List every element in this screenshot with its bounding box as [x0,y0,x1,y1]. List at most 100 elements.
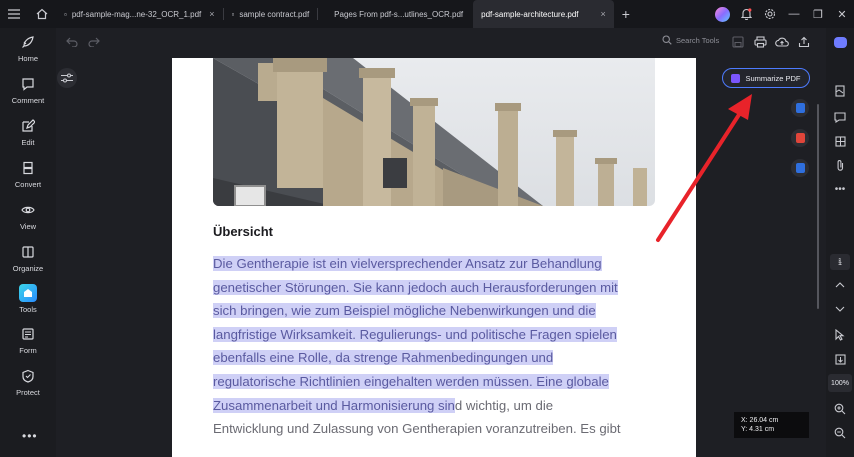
zoom-level[interactable]: 100% [828,374,852,392]
paragraph-line: regulatorische Richtlinien eingehalten w… [213,370,663,394]
highlighted-text: langfristige Wirksamkeit. Regulierungs- … [213,326,617,342]
sidebar-item-organize[interactable]: Organize [0,244,56,284]
zoom-in-icon[interactable] [831,400,849,418]
comment-icon [20,76,36,92]
grid-icon[interactable] [831,132,849,150]
pdf-page[interactable]: Übersicht Die Gentherapie ist ein vielve… [172,58,696,457]
print-icon[interactable] [752,34,768,50]
redo-icon[interactable] [86,34,102,50]
undo-icon[interactable] [64,34,80,50]
image-convert-icon[interactable] [791,159,809,177]
tab-label: pdf-sample-architecture.pdf [481,9,579,19]
page-up-icon[interactable] [831,276,849,294]
sidebar-item-label: Form [19,346,37,355]
tab-pdf-sample-magazine[interactable]: ▫ pdf-sample-mag...ne-32_OCR_1.pdf × [56,0,223,28]
vertical-scrollbar[interactable] [817,104,819,309]
new-tab-button[interactable]: + [614,0,638,28]
search-icon [662,35,672,45]
more-icon[interactable]: ••• [831,180,849,198]
file-icon: ▫ [231,9,235,19]
close-window-icon[interactable]: ✕ [830,0,854,28]
right-sidebar: ••• 1 1 100% [826,28,854,457]
bell-icon[interactable] [734,0,758,28]
sidebar-item-convert[interactable]: Convert [0,160,56,200]
ai-sparkle-icon [731,73,741,83]
page-down-icon[interactable] [831,300,849,318]
highlighted-text: Die Gentherapie ist ein vielversprechend… [213,256,602,271]
sidebar-item-label: View [19,222,37,231]
toolbar: Search Tools [56,28,824,56]
paragraph-line: Die Gentherapie ist ein vielversprechend… [213,252,663,276]
sidebar-item-form[interactable]: Form [0,326,56,366]
paragraph-line: genetischer Störungen. Sie kann jedoch a… [213,276,663,300]
fit-page-icon[interactable] [831,350,849,368]
form-icon [20,326,36,342]
file-icon: ▫ [64,9,67,19]
sidebar-item-view[interactable]: View [0,202,56,242]
coord-x: X: 26.04 cm [741,417,779,424]
more-icon[interactable]: ••• [22,429,38,443]
save-icon[interactable] [730,34,746,50]
sidebar-item-label: Home [17,54,38,63]
edit-icon [20,118,36,134]
highlighted-text: ebenfalls eine Rolle, da strenge Rahmenb… [213,350,554,366]
sidebar-item-label: Comment [11,96,45,105]
comment-icon[interactable] [831,108,849,126]
summarize-label: Summarize PDF [745,73,801,83]
cursor-coordinates: X: 26.04 cm Y: 4.31 cm [734,412,809,438]
close-tab-icon[interactable]: × [601,9,606,19]
paragraph-line: sich bringen, wie zum Beispiel mögliche … [213,299,663,323]
organize-icon [20,244,36,260]
search-tools[interactable]: Search Tools [662,35,719,45]
highlighted-text: regulatorische Richtlinien eingehalten w… [213,373,609,389]
attachment-icon[interactable] [831,156,849,174]
highlighted-text: genetischer Störungen. Sie kann jedoch a… [213,279,618,295]
body-paragraph[interactable]: Die Gentherapie ist ein vielversprechend… [213,252,663,441]
cloud-upload-icon[interactable] [774,34,790,50]
menu-icon[interactable] [0,0,28,28]
rocket-icon [20,34,36,50]
tab-pdf-sample-architecture[interactable]: pdf-sample-architecture.pdf × [473,0,614,28]
left-sidebar: Home Comment Edit Convert View Organize [0,28,56,457]
summarize-pdf-button[interactable]: Summarize PDF [722,68,810,88]
tab-label: sample contract.pdf [239,9,310,19]
pdf-convert-icon[interactable] [791,129,809,147]
sidebar-item-tools[interactable]: Tools [0,284,56,324]
maximize-icon[interactable]: ❐ [806,0,830,28]
search-tools-label: Search Tools [676,35,720,45]
section-heading: Übersicht [213,224,273,239]
coord-y: Y: 4.31 cm [741,426,775,433]
shield-icon [20,368,36,384]
adjust-icon[interactable] [57,68,77,88]
tab-pages-from-pdf[interactable]: Pages From pdf-s...utlines_OCR.pdf [318,0,473,28]
close-tab-icon[interactable]: × [209,9,214,19]
thumbnails-icon[interactable] [831,82,849,100]
paragraph-line: Entwicklung und Zulassung von Gentherapi… [213,421,621,437]
eye-icon [20,202,36,218]
page-total: 1 [837,256,843,265]
sidebar-item-comment[interactable]: Comment [0,76,56,116]
architecture-photo-art [213,58,655,206]
sidebar-item-label: Convert [14,180,42,189]
sidebar-item-home[interactable]: Home [0,34,56,74]
title-bar: ▫ pdf-sample-mag...ne-32_OCR_1.pdf × ▫ s… [0,0,854,28]
architecture-photo [213,58,655,206]
word-convert-icon[interactable] [791,99,809,117]
ai-assistant-icon[interactable] [831,33,849,51]
gear-icon[interactable] [758,0,782,28]
avatar[interactable] [710,0,734,28]
sidebar-item-edit[interactable]: Edit [0,118,56,158]
home-icon[interactable] [28,0,56,28]
paragraph-line: Zusammenarbeit und Harmonisierung sind w… [213,397,554,413]
share-icon[interactable] [796,34,812,50]
tab-sample-contract[interactable]: ▫ sample contract.pdf [224,0,318,28]
sidebar-item-protect[interactable]: Protect [0,368,56,408]
zoom-out-icon[interactable] [831,424,849,442]
tab-label: Pages From pdf-s...utlines_OCR.pdf [334,9,464,19]
tools-icon [19,284,37,302]
paragraph-line: ebenfalls eine Rolle, da strenge Rahmenb… [213,346,663,370]
select-cursor-icon[interactable] [831,326,849,344]
minimize-icon[interactable]: — [782,0,806,28]
sidebar-item-label: Protect [16,388,40,397]
paragraph-line: langfristige Wirksamkeit. Regulierungs- … [213,323,663,347]
